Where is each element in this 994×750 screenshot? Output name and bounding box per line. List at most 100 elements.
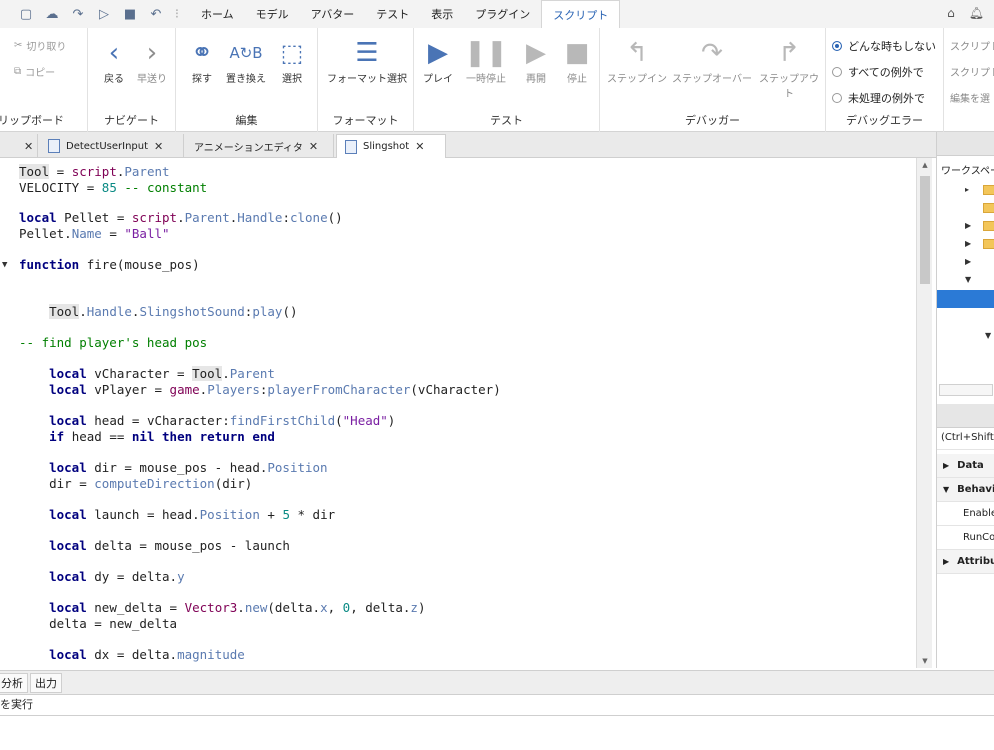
pause-button[interactable]: ❚❚ 一時停止 bbox=[460, 36, 512, 85]
fold-arrow-icon[interactable]: ▼ bbox=[2, 257, 7, 273]
tab-output[interactable]: 出力 bbox=[30, 673, 62, 693]
home-icon[interactable]: ⌂ bbox=[947, 6, 955, 20]
tab-detect-user-input[interactable]: DetectUserInput ✕ bbox=[40, 134, 184, 158]
tab-slingshot[interactable]: Slingshot ✕ bbox=[336, 134, 446, 158]
group-debugger: ↰ ステップイン ↷ ステップオーバー ↱ ステップアウト デバッガー bbox=[600, 28, 826, 132]
notification-icon[interactable]: 🔔︎ bbox=[969, 6, 984, 20]
bottom-panel-tabs: 分析 出力 bbox=[0, 670, 994, 694]
property-section-behavior[interactable]: ▼Behavior bbox=[937, 478, 994, 502]
menu-model[interactable]: モデル bbox=[245, 0, 300, 28]
code-line: local delta = mouse_pos - launch bbox=[49, 538, 290, 553]
chevron-right-icon: › bbox=[146, 38, 158, 68]
play-button[interactable]: ▶ プレイ bbox=[418, 36, 458, 85]
stop-icon[interactable]: ■ bbox=[122, 7, 138, 22]
script-option-1[interactable]: スクリプト bbox=[950, 38, 994, 53]
collapse-arrow-icon[interactable]: ▼ bbox=[985, 331, 991, 340]
code-line: local vPlayer = game.Players:playerFromC… bbox=[49, 382, 501, 397]
folder-icon bbox=[983, 221, 994, 231]
close-icon[interactable]: ✕ bbox=[309, 140, 318, 153]
tab-clipped[interactable]: ✕ bbox=[0, 134, 38, 158]
script-option-2[interactable]: スクリプト bbox=[950, 64, 994, 79]
pause-icon: ❚❚ bbox=[464, 38, 508, 68]
property-run-context[interactable]: RunContext bbox=[937, 526, 994, 550]
folder-icon bbox=[983, 203, 994, 213]
script-option-3[interactable]: 編集を選 bbox=[950, 90, 994, 105]
group-label-navigate: ナビゲート bbox=[104, 114, 159, 127]
collapse-arrow-icon[interactable]: ▼ bbox=[965, 275, 971, 284]
tree-item[interactable]: ▶ bbox=[937, 254, 994, 272]
menu-avatar[interactable]: アバター bbox=[300, 0, 366, 28]
menu-plugins[interactable]: プラグイン bbox=[464, 0, 541, 28]
code-line: Tool.Handle.SlingshotSound:play() bbox=[49, 304, 298, 319]
stop-button[interactable]: ■ 停止 bbox=[558, 36, 596, 85]
properties-filter-input[interactable]: (Ctrl+Shift bbox=[937, 426, 994, 450]
toolbar-customize-icon[interactable]: ⁝ bbox=[174, 7, 180, 22]
scroll-down-icon[interactable]: ▼ bbox=[917, 654, 933, 668]
tree-item[interactable]: ▼ bbox=[937, 328, 994, 346]
radio-unhandled-exceptions[interactable]: 未処理の例外で bbox=[832, 90, 925, 106]
scrollbar-thumb[interactable] bbox=[920, 176, 930, 284]
tree-item-selected[interactable] bbox=[937, 290, 994, 308]
find-button[interactable]: ⚭ 探す bbox=[184, 36, 220, 85]
scroll-up-icon[interactable]: ▲ bbox=[917, 158, 933, 172]
command-bar[interactable]: を実行 bbox=[0, 694, 994, 716]
back-button[interactable]: ‹ 戻る bbox=[96, 36, 132, 85]
expand-arrow-icon[interactable]: ▸ bbox=[965, 185, 969, 194]
code-line: local vCharacter = Tool.Parent bbox=[49, 366, 275, 381]
tree-item[interactable] bbox=[937, 200, 994, 218]
expand-arrow-icon[interactable]: ▶ bbox=[965, 221, 971, 230]
new-file-icon[interactable]: ▢ bbox=[18, 7, 34, 22]
expand-arrow-icon[interactable]: ▶ bbox=[965, 239, 971, 248]
redo-icon[interactable]: ↷ bbox=[70, 7, 86, 22]
radio-unselected-icon bbox=[832, 93, 842, 103]
ribbon: ✂ 切り取り ⧉ コピー リップボード ‹ 戻る › 早送り ナビゲート ⚭ 探す … bbox=[0, 28, 994, 132]
tree-item[interactable]: ▼ bbox=[937, 272, 994, 290]
code-line: local launch = head.Position + 5 * dir bbox=[49, 507, 336, 522]
property-section-attributes[interactable]: ▶Attributes bbox=[937, 550, 994, 574]
close-icon[interactable]: ✕ bbox=[415, 140, 424, 153]
editor-vertical-scrollbar[interactable]: ▲ ▼ bbox=[916, 158, 932, 668]
play-icon[interactable]: ▷ bbox=[96, 7, 112, 22]
step-out-button[interactable]: ↱ ステップアウト bbox=[756, 36, 822, 100]
tab-analysis[interactable]: 分析 bbox=[0, 673, 28, 693]
script-file-icon bbox=[345, 139, 357, 154]
select-button[interactable]: ⬚ 選択 bbox=[274, 36, 310, 85]
footer bbox=[0, 716, 994, 750]
menu-home[interactable]: ホーム bbox=[190, 0, 245, 28]
replace-button[interactable]: A↻B 置き換え bbox=[224, 36, 268, 85]
code-line: delta = new_delta bbox=[19, 616, 178, 631]
group-debug-errors: どんな時もしない すべての例外で 未処理の例外で デバッグエラー bbox=[826, 28, 944, 132]
menu-script[interactable]: スクリプト bbox=[541, 0, 621, 28]
resume-button[interactable]: ▶ 再開 bbox=[516, 36, 556, 85]
close-icon[interactable]: ✕ bbox=[24, 140, 33, 153]
tree-item[interactable]: ▶ bbox=[937, 236, 994, 254]
code-line: local head = vCharacter:findFirstChild("… bbox=[49, 413, 396, 428]
open-icon[interactable]: ☁ bbox=[44, 7, 60, 22]
explorer-horizontal-scrollbar[interactable] bbox=[939, 384, 993, 396]
cut-button[interactable]: ✂ 切り取り bbox=[14, 38, 66, 53]
property-section-data[interactable]: ▶ Data bbox=[937, 454, 994, 478]
forward-button[interactable]: › 早送り bbox=[134, 36, 170, 85]
copy-button[interactable]: ⧉ コピー bbox=[14, 64, 55, 79]
menu-test[interactable]: テスト bbox=[365, 0, 420, 28]
undo-icon[interactable]: ↶ bbox=[148, 7, 164, 22]
tree-item[interactable]: ▸ bbox=[937, 182, 994, 200]
step-over-button[interactable]: ↷ ステップオーバー bbox=[670, 36, 754, 85]
format-selection-button[interactable]: ☰ フォーマット選択 bbox=[324, 36, 410, 85]
code-line: local dx = delta.magnitude bbox=[49, 647, 245, 662]
script-editor[interactable]: Tool = script.Parent VELOCITY = 85 -- co… bbox=[0, 158, 916, 668]
tab-animation-editor[interactable]: アニメーションエディタ ✕ bbox=[186, 134, 334, 158]
group-edit: ⚭ 探す A↻B 置き換え ⬚ 選択 編集 bbox=[176, 28, 318, 132]
expand-arrow-icon[interactable]: ▶ bbox=[965, 257, 971, 266]
explorer-header bbox=[937, 132, 994, 156]
code-line: local dy = delta.y bbox=[49, 569, 185, 584]
menu-view[interactable]: 表示 bbox=[420, 0, 464, 28]
radio-all-exceptions[interactable]: すべての例外で bbox=[832, 64, 924, 80]
property-enabled[interactable]: Enabled bbox=[937, 502, 994, 526]
close-icon[interactable]: ✕ bbox=[154, 140, 163, 153]
step-in-button[interactable]: ↰ ステップイン bbox=[606, 36, 668, 85]
radio-never[interactable]: どんな時もしない bbox=[832, 38, 936, 54]
code-line: Pellet.Name = "Ball" bbox=[19, 226, 170, 241]
expand-arrow-icon: ▶ bbox=[943, 557, 950, 566]
tree-item[interactable]: ▶ bbox=[937, 218, 994, 236]
